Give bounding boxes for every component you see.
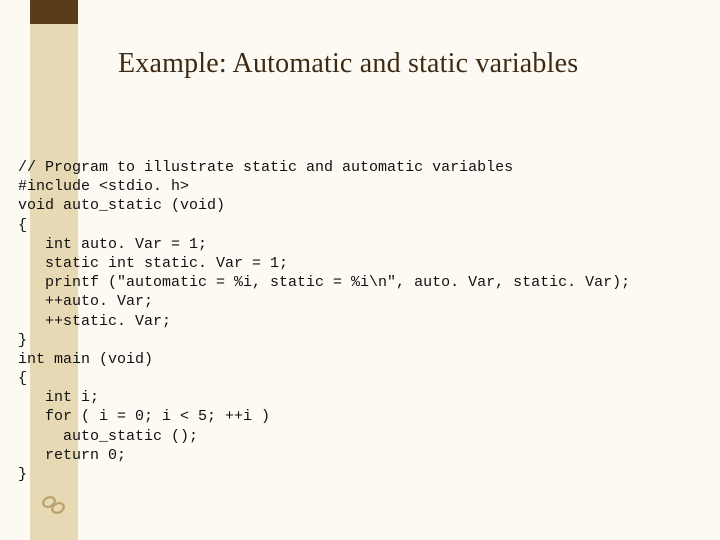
chain-link-icon (39, 492, 69, 518)
code-line: #include <stdio. h> (18, 178, 189, 195)
code-line: // Program to illustrate static and auto… (18, 159, 513, 176)
code-line: for ( i = 0; i < 5; ++i ) (18, 408, 270, 425)
code-line: void auto_static (void) (18, 197, 225, 214)
slide-title: Example: Automatic and static variables (118, 48, 578, 80)
code-line: ++auto. Var; (18, 293, 153, 310)
code-line: } (18, 332, 27, 349)
code-block: // Program to illustrate static and auto… (18, 158, 720, 484)
code-line: ++static. Var; (18, 313, 171, 330)
code-line: static int static. Var = 1; (18, 255, 288, 272)
code-line: { (18, 370, 27, 387)
corner-accent (30, 0, 78, 24)
code-line: auto_static (); (18, 428, 198, 445)
code-line: int auto. Var = 1; (18, 236, 207, 253)
code-line: int i; (18, 389, 99, 406)
code-line: { (18, 217, 27, 234)
code-line: printf ("automatic = %i, static = %i\n",… (18, 274, 630, 291)
code-line: } (18, 466, 27, 483)
code-line: int main (void) (18, 351, 153, 368)
slide: Example: Automatic and static variables … (0, 0, 720, 540)
code-line: return 0; (18, 447, 126, 464)
